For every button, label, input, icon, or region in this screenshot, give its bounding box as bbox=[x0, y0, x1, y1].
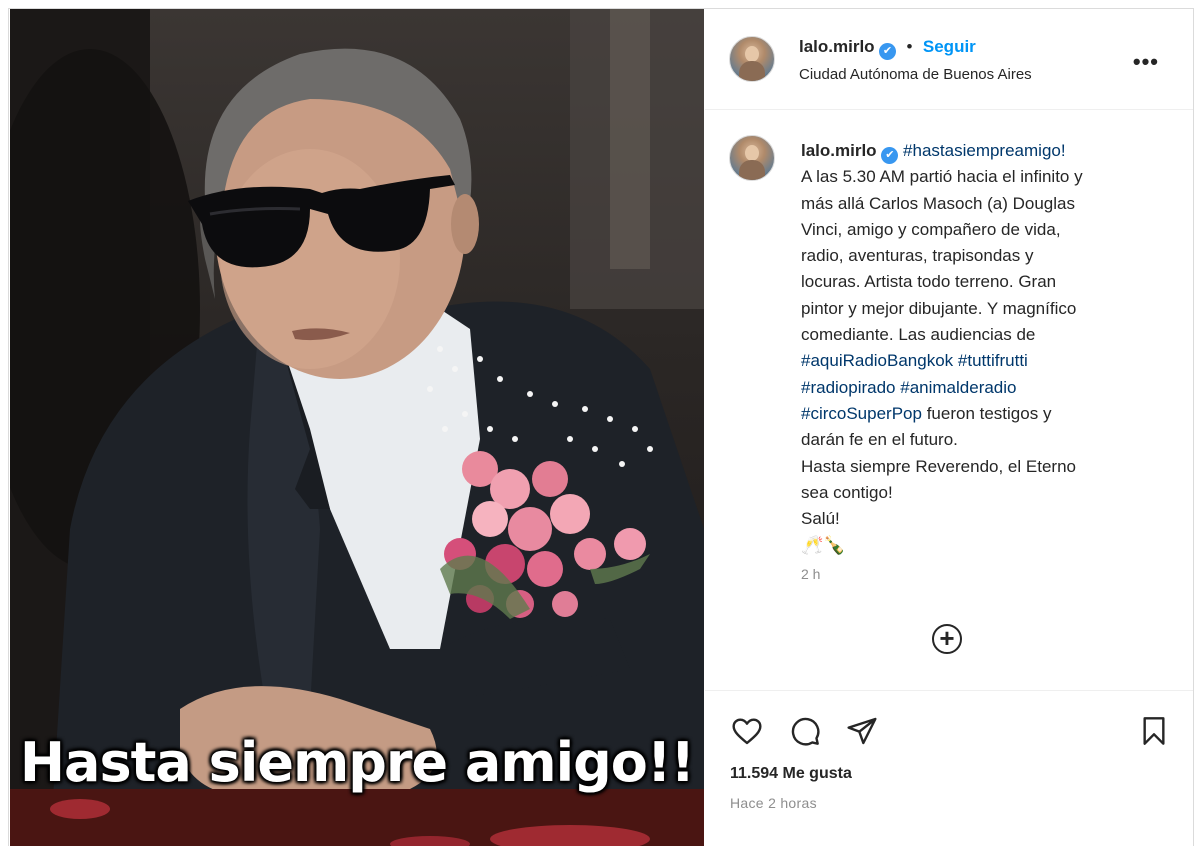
avatar-body bbox=[739, 160, 765, 180]
bg-light-strip bbox=[610, 9, 650, 269]
action-bar bbox=[705, 690, 1193, 746]
caption-username-link[interactable]: lalo.mirlo bbox=[801, 141, 877, 160]
post-side-panel: lalo.mirlo ✔ • Seguir Ciudad Autónoma de… bbox=[705, 9, 1193, 846]
caption-line: pintor y mejor dibujante. Y magnífico bbox=[801, 298, 1077, 318]
caption-timestamp: 2 h bbox=[801, 566, 821, 582]
caption-line: darán fe en el futuro. bbox=[801, 430, 958, 450]
hashtag-link[interactable]: #circoSuperPop bbox=[801, 404, 922, 423]
heart-icon-svg bbox=[732, 718, 762, 745]
hashtag-link[interactable]: #radiopirado bbox=[801, 378, 896, 397]
caption-emojis: 🥂🍾 bbox=[801, 535, 846, 556]
post-header: lalo.mirlo ✔ • Seguir Ciudad Autónoma de… bbox=[705, 9, 1193, 110]
caption-line: Hasta siempre Reverendo, el Eterno bbox=[801, 456, 1076, 476]
separator-dot: • bbox=[906, 37, 913, 56]
caption-avatar[interactable] bbox=[729, 135, 775, 181]
comment-icon-svg bbox=[791, 717, 820, 746]
paper-plane-icon[interactable] bbox=[845, 715, 879, 752]
post-photo[interactable]: Hasta siempre amigo!! bbox=[10, 9, 704, 846]
verified-badge-icon: ✔ bbox=[881, 147, 899, 164]
bookmark-icon-svg bbox=[1143, 717, 1165, 745]
avatar-head bbox=[745, 46, 759, 62]
caption-line: fueron testigos y bbox=[926, 403, 1052, 423]
header-title-row: lalo.mirlo ✔ • Seguir bbox=[799, 37, 976, 60]
share-icon-svg bbox=[847, 717, 877, 745]
heart-icon[interactable] bbox=[730, 715, 764, 752]
verified-badge-icon: ✔ bbox=[879, 43, 897, 60]
likes-count[interactable]: 11.594 Me gusta bbox=[730, 765, 852, 783]
photo-overlay-text: Hasta siempre amigo!! bbox=[19, 731, 695, 794]
avatar-body bbox=[739, 61, 765, 81]
plus-circle-icon[interactable]: + bbox=[932, 624, 962, 654]
caption-text: lalo.mirlo ✔ #hastasiempreamigo! A las 5… bbox=[801, 138, 1123, 560]
hashtag-link[interactable]: #aquiRadioBangkok bbox=[801, 351, 953, 370]
hashtag-link[interactable]: #hastasiempreamigo! bbox=[903, 141, 1066, 160]
location-link[interactable]: Ciudad Autónoma de Buenos Aires bbox=[799, 66, 1032, 83]
post-time-ago[interactable]: Hace 2 horas bbox=[730, 795, 817, 811]
bookmark-icon[interactable] bbox=[1137, 715, 1171, 752]
caption-line: A las 5.30 AM partió hacia el infinito y bbox=[801, 167, 1083, 187]
follow-button[interactable]: Seguir bbox=[923, 37, 976, 56]
petal bbox=[50, 799, 110, 819]
caption-line: sea contigo! bbox=[801, 482, 893, 502]
photo-illustration bbox=[10, 9, 704, 846]
avatar[interactable] bbox=[729, 36, 775, 82]
caption-line: Vinci, amigo y compañero de vida, bbox=[801, 219, 1061, 239]
caption-line: comediante. Las audiencias de bbox=[801, 325, 1036, 345]
caption-line: locuras. Artista todo terreno. Gran bbox=[801, 272, 1057, 292]
hashtag-link[interactable]: #animalderadio bbox=[900, 378, 1016, 397]
caption-line: más allá Carlos Masoch (a) Douglas bbox=[801, 193, 1075, 213]
hashtag-link[interactable]: #tuttifrutti bbox=[958, 351, 1028, 370]
username-link[interactable]: lalo.mirlo bbox=[799, 37, 875, 56]
ear bbox=[451, 194, 479, 254]
comment-icon[interactable] bbox=[788, 715, 822, 752]
more-options-icon[interactable]: ••• bbox=[1133, 49, 1159, 75]
caption-line: Salú! bbox=[801, 509, 840, 529]
caption-line: radio, aventuras, trapisondas y bbox=[801, 246, 1034, 266]
avatar-head bbox=[745, 145, 759, 161]
